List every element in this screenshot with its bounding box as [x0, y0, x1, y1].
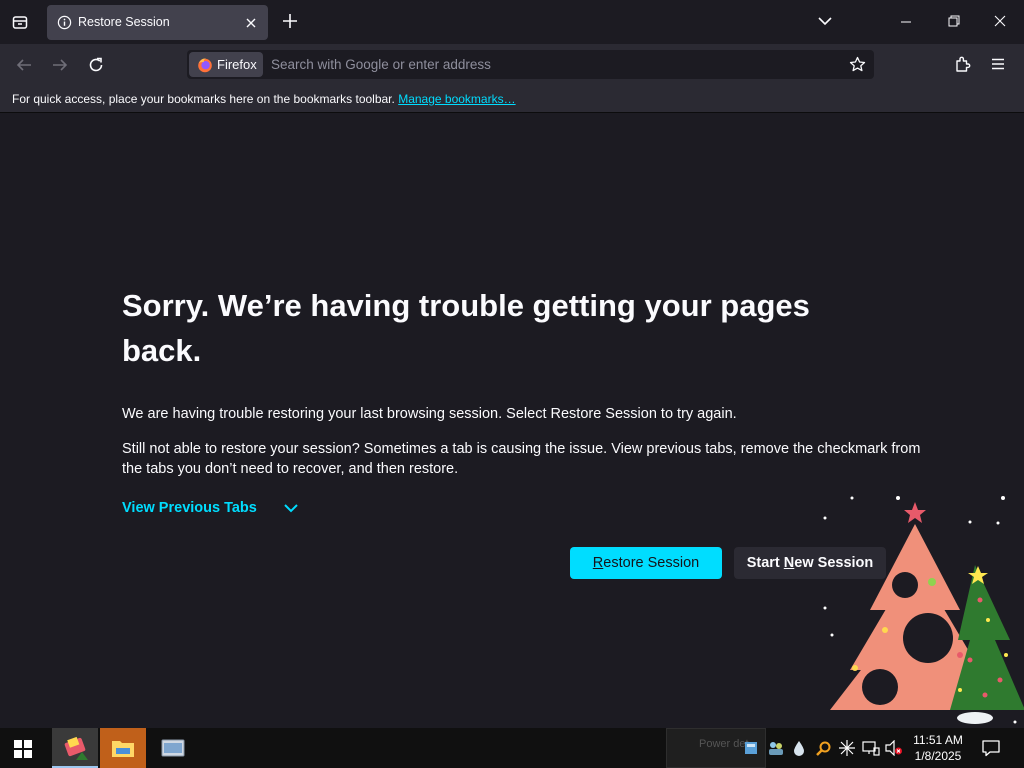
list-all-tabs-button[interactable] [817, 13, 833, 29]
bluetooth-snow-icon[interactable] [839, 740, 855, 756]
tab-list-icon [12, 16, 28, 29]
error-help-message: Still not able to restore your session? … [122, 441, 921, 477]
windows-start-icon [14, 740, 32, 758]
close-icon [994, 15, 1006, 27]
firefox-logo-icon [197, 57, 213, 73]
firefox-taskbar-icon [64, 736, 88, 760]
extensions-icon [956, 56, 971, 72]
navigation-toolbar: Firefox [0, 44, 1024, 85]
windows-taskbar: Power det 11:51 AM 1/8/2025 [0, 728, 1024, 768]
forward-arrow-icon [53, 59, 68, 71]
minimize-button[interactable] [900, 14, 912, 26]
action-center-button[interactable] [982, 739, 1000, 757]
tab-restore-session[interactable]: Restore Session [47, 5, 268, 40]
system-clock[interactable]: 11:51 AM 1/8/2025 [908, 732, 968, 764]
new-session-prefix: Start [746, 555, 784, 571]
new-tab-button[interactable] [280, 11, 300, 31]
view-previous-tabs-toggle[interactable]: View Previous Tabs [122, 500, 299, 516]
tab-strip: Restore Session [0, 0, 1024, 44]
application-menu-button[interactable] [990, 56, 1006, 72]
page-title: Sorry. We’re having trouble getting your… [122, 288, 810, 368]
taskbar-app-3[interactable] [150, 728, 196, 768]
start-button[interactable] [14, 740, 32, 758]
tray-app-icon[interactable] [744, 740, 758, 756]
tab-title: Restore Session [78, 15, 170, 29]
identity-label: Firefox [217, 57, 257, 72]
manage-bookmarks-link[interactable]: Manage bookmarks… [398, 92, 515, 106]
back-button[interactable] [13, 54, 35, 76]
chevron-down-icon [283, 502, 299, 514]
restore-label-rest: estore Session [603, 555, 700, 571]
volume-muted-icon[interactable] [885, 740, 903, 756]
restore-session-button[interactable]: Restore Session [570, 547, 722, 579]
taskbar-firefox[interactable] [52, 728, 98, 768]
restore-window-button[interactable] [948, 15, 960, 27]
christmas-tree-decoration [823, 496, 1024, 724]
firefox-view-button[interactable] [6, 8, 34, 36]
clock-date: 1/8/2025 [914, 749, 962, 763]
search-tray-icon[interactable] [816, 740, 832, 756]
identity-box[interactable]: Firefox [189, 52, 263, 77]
bookmarks-toolbar-message: For quick access, place your bookmarks h… [12, 92, 516, 106]
chevron-down-icon [818, 17, 832, 26]
maximize-icon [948, 15, 960, 27]
close-window-button[interactable] [994, 15, 1006, 27]
view-previous-tabs-label: View Previous Tabs [122, 500, 257, 516]
folder-icon [112, 741, 134, 757]
hamburger-menu-icon [992, 58, 1004, 70]
new-session-access-key: N [783, 555, 795, 571]
plus-icon [283, 14, 297, 28]
bookmark-star-button[interactable] [849, 56, 866, 73]
network-icon[interactable] [862, 740, 880, 756]
reload-icon [89, 57, 103, 72]
error-message: We are having trouble restoring your las… [122, 406, 737, 422]
extensions-button[interactable] [954, 55, 972, 73]
tray-people-icon[interactable] [768, 740, 784, 756]
close-icon[interactable] [242, 14, 260, 32]
info-icon [57, 15, 72, 30]
notification-icon [982, 740, 1000, 757]
forward-button[interactable] [49, 54, 71, 76]
app-window-icon [161, 739, 185, 757]
url-bar: Firefox [187, 50, 874, 79]
bookmarks-toolbar: For quick access, place your bookmarks h… [0, 85, 1024, 113]
star-icon [849, 56, 866, 72]
clock-time: 11:51 AM [913, 733, 963, 747]
power-detail-text: Power det [699, 738, 749, 750]
reload-button[interactable] [85, 54, 107, 76]
back-arrow-icon [16, 59, 31, 71]
water-drop-icon[interactable] [793, 740, 805, 756]
restore-access-key: R [592, 555, 604, 571]
taskbar-file-explorer[interactable] [100, 728, 146, 768]
bookmarks-hint-text: For quick access, place your bookmarks h… [12, 92, 395, 106]
minimize-icon [901, 21, 911, 23]
address-input[interactable] [271, 50, 831, 79]
